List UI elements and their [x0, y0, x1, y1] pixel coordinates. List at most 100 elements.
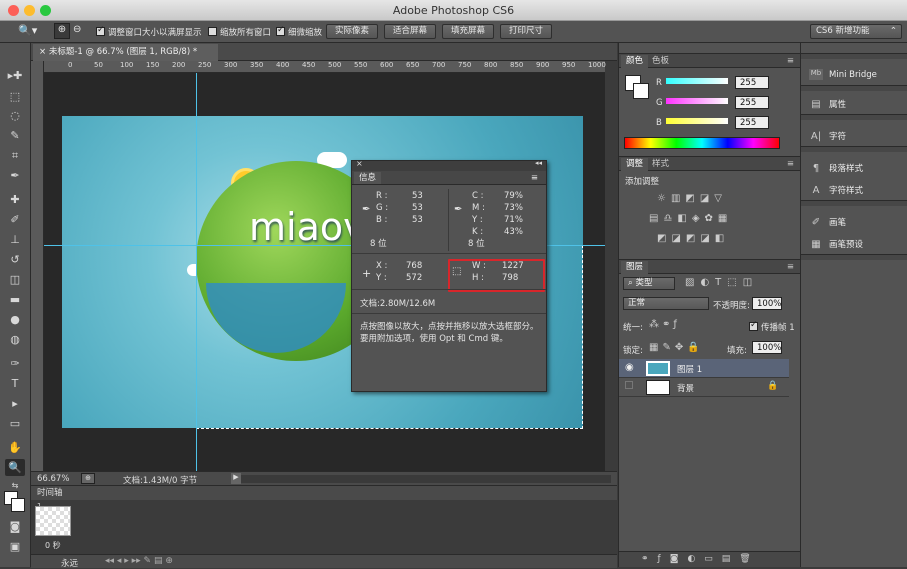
- eraser-tool-icon[interactable]: ◫: [5, 271, 25, 288]
- close-icon[interactable]: ×: [356, 159, 363, 168]
- hand-tool-icon[interactable]: ✋: [5, 439, 25, 456]
- horizontal-ruler[interactable]: 0 50 100 150 200 250 300 350 400 450 500 550 600 650 7…: [44, 61, 606, 73]
- layer-filter-select[interactable]: ⌕ 类型: [623, 277, 675, 290]
- dodge-tool-icon[interactable]: ◍: [5, 331, 25, 348]
- dock-brush-presets[interactable]: ▦ 画笔预设: [809, 238, 863, 250]
- lock-icon: 🔒: [767, 381, 779, 391]
- color-g-slider[interactable]: [666, 98, 728, 104]
- opacity-field[interactable]: 100%: [752, 297, 782, 310]
- quick-select-tool-icon[interactable]: ✎: [5, 127, 25, 144]
- tab-adjustments[interactable]: 调整: [621, 158, 649, 171]
- healing-brush-tool-icon[interactable]: ✚: [5, 191, 25, 208]
- fit-screen-button[interactable]: 适合屏幕: [384, 24, 436, 39]
- panel-menu-icon[interactable]: ≡: [782, 261, 799, 274]
- zoom-in-icon[interactable]: ⊕: [54, 23, 70, 39]
- share-icon[interactable]: ⊕: [81, 473, 95, 484]
- color-b-slider[interactable]: [666, 118, 728, 124]
- workspace-select[interactable]: CS6 新增功能 ⌃: [810, 24, 902, 39]
- layer-name[interactable]: 背景: [677, 382, 694, 394]
- eyedropper-tool-icon[interactable]: ✒: [5, 167, 25, 184]
- dock-paragraph-styles-label: 段落样式: [829, 164, 864, 174]
- vertical-guide[interactable]: [196, 73, 197, 471]
- horizontal-scrollbar[interactable]: [241, 475, 611, 483]
- path-select-tool-icon[interactable]: ▸: [5, 395, 25, 412]
- background-swatch[interactable]: [633, 83, 649, 99]
- propagate-frame-checkbox[interactable]: [749, 320, 758, 331]
- adjustment-icons-row2[interactable]: ▤♎◧◈✿▦: [649, 213, 732, 224]
- info-tab[interactable]: 信息: [354, 172, 382, 184]
- brush-tool-icon[interactable]: ✐: [5, 211, 25, 228]
- color-r-field[interactable]: 255: [735, 76, 769, 89]
- zoom-level[interactable]: 66.67%: [37, 474, 69, 484]
- info-panel-header[interactable]: × ◂◂: [352, 159, 546, 171]
- lasso-tool-icon[interactable]: ◌: [5, 107, 25, 124]
- document-tab[interactable]: × 未标题-1 @ 66.7% (图层 1, RGB/8) *: [33, 44, 218, 61]
- color-b-field[interactable]: 255: [735, 116, 769, 129]
- quick-mask-icon[interactable]: ◙: [5, 518, 25, 535]
- layer-filter-icons[interactable]: ▨◐T⬚◫: [685, 277, 758, 288]
- color-r-slider[interactable]: [666, 78, 728, 84]
- dock-divider: [801, 200, 907, 206]
- visibility-box[interactable]: [625, 381, 633, 389]
- panel-menu-icon[interactable]: ≡: [526, 172, 543, 184]
- background-color-swatch[interactable]: [11, 498, 25, 512]
- layer-row[interactable]: ◉ 图层 1: [619, 359, 789, 378]
- layer-name[interactable]: 图层 1: [677, 363, 702, 375]
- history-brush-tool-icon[interactable]: ↺: [5, 251, 25, 268]
- layer-row[interactable]: 背景 🔒: [619, 378, 789, 397]
- print-size-button[interactable]: 打印尺寸: [500, 24, 552, 39]
- zoom-tool-icon[interactable]: 🔍: [5, 459, 25, 476]
- resize-windows-checkbox[interactable]: [96, 25, 105, 36]
- info-x-value: 768: [406, 261, 423, 271]
- vertical-ruler[interactable]: [31, 61, 44, 471]
- marquee-tool-icon[interactable]: ⬚: [5, 88, 25, 105]
- panel-menu-icon[interactable]: ≡: [782, 158, 799, 171]
- ruler-tick: 950: [562, 61, 576, 69]
- lock-icons[interactable]: ▦✎✥🔒: [649, 342, 704, 353]
- eye-icon[interactable]: ◉: [625, 362, 634, 373]
- adjustment-icons-row3[interactable]: ◩◪◩◪◧: [657, 233, 729, 244]
- dock-character-styles[interactable]: A 字符样式: [809, 184, 863, 196]
- timeline-tab[interactable]: 时间轴: [31, 486, 617, 500]
- close-icon[interactable]: ×: [39, 47, 49, 57]
- unify-icons[interactable]: ⁂⚭ƒ: [649, 319, 680, 330]
- dock-mini-bridge[interactable]: Mb Mini Bridge: [809, 69, 877, 80]
- zoom-all-checkbox[interactable]: [208, 27, 217, 36]
- actual-pixels-button[interactable]: 实际像素: [326, 24, 378, 39]
- dock-character[interactable]: A| 字符: [809, 130, 846, 142]
- color-g-field[interactable]: 255: [735, 96, 769, 109]
- dock-character-styles-label: 字符样式: [829, 186, 864, 196]
- dock-paragraph-styles[interactable]: ¶ 段落样式: [809, 162, 863, 174]
- pen-tool-icon[interactable]: ✑: [5, 355, 25, 372]
- frame-delay[interactable]: 0 秒: [45, 540, 61, 551]
- fill-field[interactable]: 100%: [752, 341, 782, 354]
- crop-tool-icon[interactable]: ⌗: [5, 147, 25, 164]
- move-tool-icon[interactable]: ▸✚: [5, 67, 25, 84]
- panel-menu-icon[interactable]: ≡: [782, 55, 799, 68]
- layers-footer-icons[interactable]: ⚭ƒ◙◐▭▤🗑: [619, 551, 801, 567]
- tab-layers[interactable]: 图层: [621, 261, 649, 274]
- shape-tool-icon[interactable]: ▭: [5, 415, 25, 432]
- status-menu-arrow-icon[interactable]: ▶: [231, 473, 241, 484]
- adjustment-icons-row1[interactable]: ☼▥◩◪▽: [657, 193, 727, 204]
- dock-brush[interactable]: ✐ 画笔: [809, 216, 846, 228]
- scrubby-zoom-checkbox[interactable]: [276, 25, 285, 36]
- playback-controls[interactable]: ◂◂ ◂ ▸ ▸▸ ✎ ▤ ⊕: [105, 556, 173, 566]
- loop-select[interactable]: 永远: [61, 557, 78, 569]
- stamp-tool-icon[interactable]: ⊥: [5, 231, 25, 248]
- collapse-icon[interactable]: ◂◂: [535, 159, 542, 167]
- type-tool-icon[interactable]: T: [5, 375, 25, 392]
- dock-properties[interactable]: ▤ 属性: [809, 98, 846, 110]
- color-spectrum[interactable]: [624, 137, 780, 149]
- screen-mode-icon[interactable]: ▣: [5, 538, 25, 555]
- animation-frame[interactable]: [35, 506, 71, 536]
- zoom-tool-icon[interactable]: 🔍▾: [18, 24, 37, 37]
- zoom-out-icon[interactable]: ⊖: [73, 24, 81, 35]
- tab-swatches[interactable]: 色板: [647, 55, 674, 68]
- fill-screen-button[interactable]: 填充屏幕: [442, 24, 494, 39]
- tab-color[interactable]: 颜色: [621, 55, 649, 68]
- blur-tool-icon[interactable]: ●: [5, 311, 25, 328]
- tab-styles[interactable]: 样式: [647, 158, 674, 171]
- blend-mode-select[interactable]: 正常: [623, 297, 709, 310]
- gradient-tool-icon[interactable]: ▬: [5, 291, 25, 308]
